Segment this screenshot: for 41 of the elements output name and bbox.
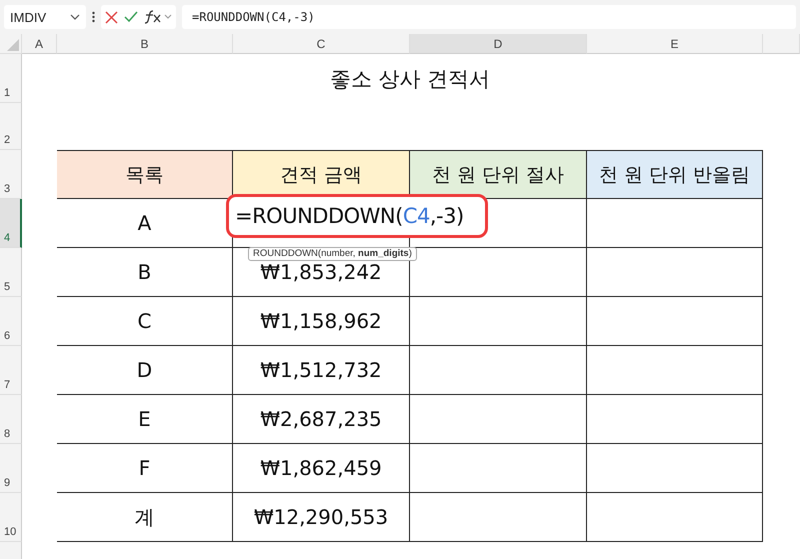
table-cell: B [57,248,233,297]
row-header[interactable]: 8 [0,395,22,444]
row-header[interactable]: 6 [0,297,22,346]
table-cell: E [57,395,233,444]
cancel-icon[interactable] [105,10,118,24]
row-header[interactable]: 1 [0,54,22,103]
row-header[interactable]: 4 [0,199,22,248]
corner-triangle-icon [7,39,19,51]
table-cell: D [57,346,233,395]
column-header[interactable]: B [57,34,233,54]
table-cell: ₩1,158,962 [233,297,410,346]
more-options-icon[interactable] [92,11,95,23]
table-header-cell: 목록 [57,150,233,199]
table-cell: ₩1,862,459 [233,444,410,493]
table-header-cell: 천 원 단위 반올림 [587,150,763,199]
column-header[interactable]: A [22,34,57,54]
row-header[interactable]: 7 [0,346,22,395]
table-cell: ₩1,512,732 [233,346,410,395]
row-header[interactable]: 10 [0,493,22,542]
cell-editor[interactable]: =ROUNDDOWN(C4,-3) [226,194,488,238]
sheet-title: 좋소 상사 견적서 [328,66,492,92]
row-header[interactable]: 3 [0,150,22,199]
insert-function-icon[interactable] [144,10,172,24]
table-cell: ₩2,687,235 [233,395,410,444]
formula-input[interactable]: =ROUNDDOWN(C4,-3) [182,5,796,29]
row-header[interactable]: 5 [0,248,22,297]
row-header[interactable]: 2 [0,103,22,150]
name-box-value: IMDIV [10,10,46,24]
table-header-cell: 천 원 단위 절사 [410,150,587,199]
column-header[interactable]: C [233,34,410,54]
dropdown-caret-icon[interactable] [70,14,80,20]
column-header[interactable]: D [410,34,587,54]
table-cell: ₩12,290,553 [233,493,410,542]
row-header[interactable]: 9 [0,444,22,493]
table-cell: F [57,444,233,493]
column-header[interactable]: E [587,34,763,54]
name-box[interactable]: IMDIV [4,5,86,29]
function-tooltip: ROUNDDOWN(number, num_digits) [248,247,417,261]
enter-checkmark-icon[interactable] [124,11,138,23]
table-cell: 계 [57,493,233,542]
table-cell: C [57,297,233,346]
